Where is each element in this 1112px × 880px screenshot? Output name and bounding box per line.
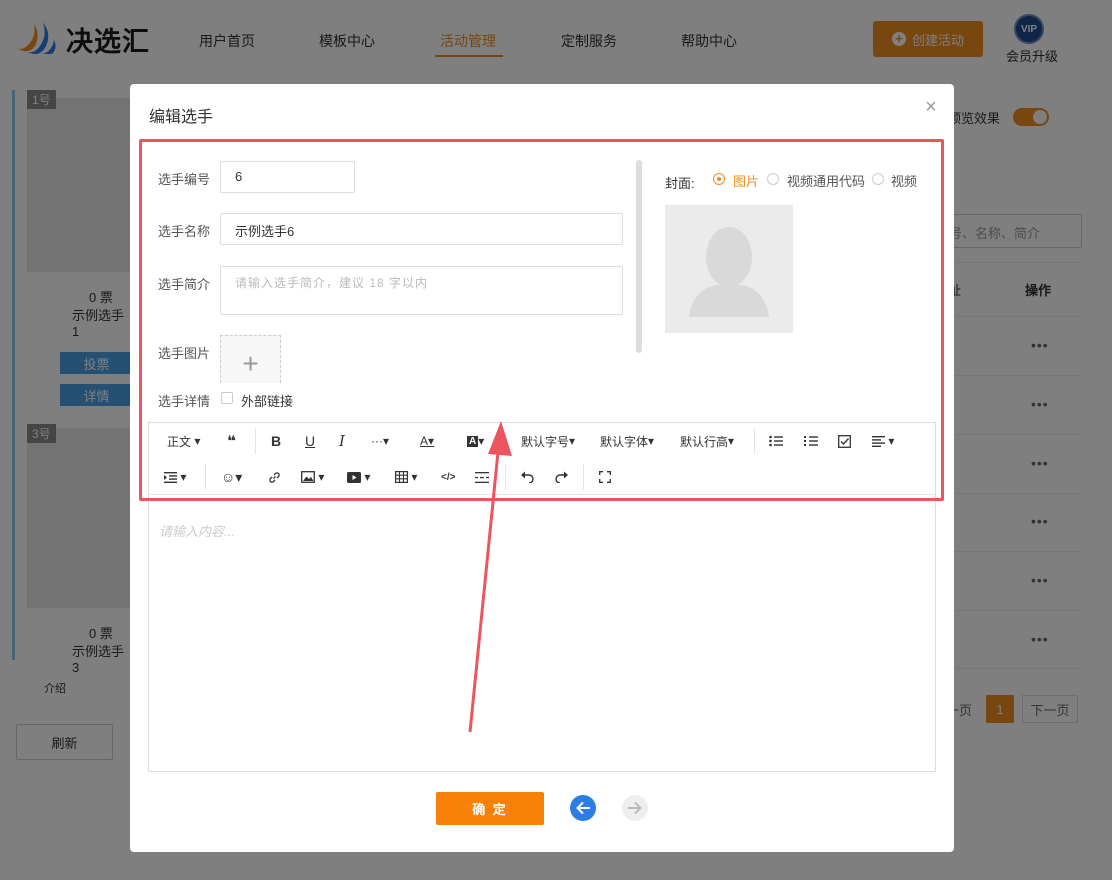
annotation-arrow: [468, 421, 512, 733]
